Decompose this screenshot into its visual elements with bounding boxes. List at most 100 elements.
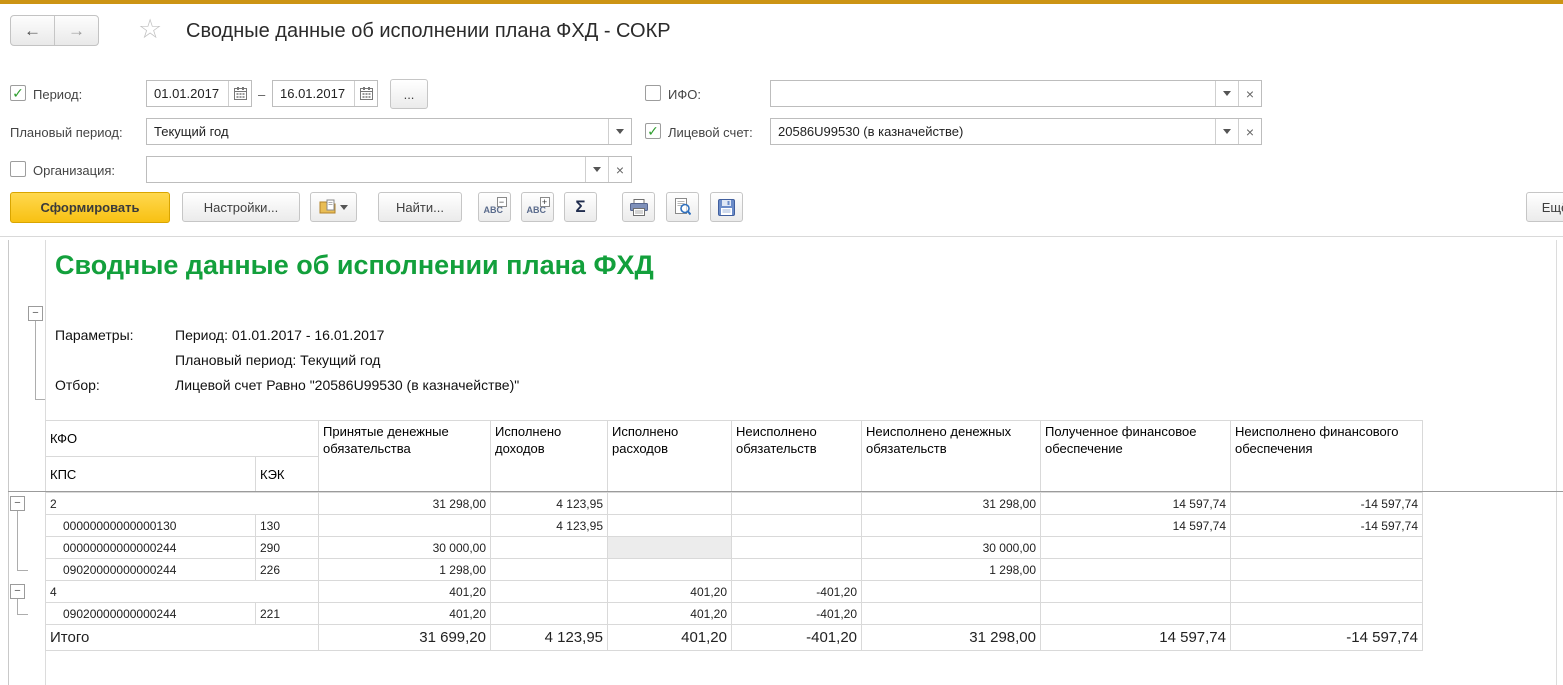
period-from-calendar-button[interactable] — [228, 81, 251, 106]
header-kek[interactable]: КЭК — [256, 457, 319, 493]
num-cell[interactable] — [608, 493, 732, 515]
period-to-calendar-button[interactable] — [354, 81, 377, 106]
header-executed-expenses[interactable]: Исполнено расходов — [608, 421, 732, 493]
num-cell[interactable]: 14 597,74 — [1041, 515, 1231, 537]
num-cell[interactable]: 30 000,00 — [862, 537, 1041, 559]
num-cell[interactable] — [862, 581, 1041, 603]
generate-button[interactable]: Сформировать — [10, 192, 170, 223]
num-cell[interactable]: 4 123,95 — [491, 515, 608, 537]
num-cell[interactable]: -401,20 — [732, 625, 862, 651]
num-cell[interactable]: 401,20 — [319, 603, 491, 625]
num-cell[interactable] — [732, 515, 862, 537]
collapse-groups-button[interactable]: ABC − — [478, 192, 511, 222]
plan-period-select[interactable]: Текущий год — [146, 118, 632, 145]
num-cell[interactable]: -14 597,74 — [1231, 515, 1423, 537]
save-button[interactable] — [710, 192, 743, 222]
num-cell[interactable] — [862, 515, 1041, 537]
header-received-financing[interactable]: Полученное финансовое обеспечение — [1041, 421, 1231, 493]
plan-period-value[interactable]: Текущий год — [147, 119, 608, 144]
num-cell[interactable]: -14 597,74 — [1231, 493, 1423, 515]
account-select[interactable]: 20586U99530 (в казначействе) × — [770, 118, 1262, 145]
header-unexecuted-monetary[interactable]: Неисполнено денежных обязательств — [862, 421, 1041, 493]
organization-select[interactable]: × — [146, 156, 632, 183]
organization-checkbox[interactable] — [10, 161, 26, 177]
num-cell[interactable]: 31 298,00 — [862, 625, 1041, 651]
num-cell[interactable]: 401,20 — [319, 581, 491, 603]
ifo-select[interactable]: × — [770, 80, 1262, 107]
find-button[interactable]: Найти... — [378, 192, 462, 222]
num-cell[interactable] — [491, 603, 608, 625]
account-input[interactable]: 20586U99530 (в казначействе) — [771, 119, 1215, 144]
preview-button[interactable] — [666, 192, 699, 222]
num-cell[interactable] — [1041, 537, 1231, 559]
num-cell[interactable]: 31 298,00 — [862, 493, 1041, 515]
kps-cell[interactable]: 00000000000000244 — [46, 537, 256, 559]
period-to-field[interactable]: 16.01.2017 — [272, 80, 378, 107]
header-unexecuted-financing[interactable]: Неисполнено финансового обеспечения — [1231, 421, 1423, 493]
print-button[interactable] — [622, 192, 655, 222]
report-group-toggle[interactable]: − — [28, 306, 43, 321]
num-cell[interactable] — [608, 559, 732, 581]
num-cell[interactable] — [1231, 581, 1423, 603]
ifo-dropdown-button[interactable] — [1215, 81, 1238, 106]
kps-cell[interactable]: 00000000000000130 — [46, 515, 256, 537]
kps-cell[interactable]: 09020000000000244 — [46, 559, 256, 581]
num-cell[interactable]: 4 123,95 — [491, 625, 608, 651]
back-button[interactable]: ← — [11, 16, 55, 45]
num-cell[interactable]: 14 597,74 — [1041, 493, 1231, 515]
num-cell[interactable] — [1041, 581, 1231, 603]
num-cell[interactable] — [608, 515, 732, 537]
period-from-input[interactable]: 01.01.2017 — [147, 81, 228, 106]
num-cell[interactable]: 31 699,20 — [319, 625, 491, 651]
settings-button[interactable]: Настройки... — [182, 192, 300, 222]
num-cell[interactable]: -14 597,74 — [1231, 625, 1423, 651]
num-cell[interactable] — [1231, 559, 1423, 581]
num-cell[interactable] — [732, 559, 862, 581]
plan-period-dropdown-button[interactable] — [608, 119, 631, 144]
num-cell[interactable]: 4 123,95 — [491, 493, 608, 515]
num-cell[interactable]: 30 000,00 — [319, 537, 491, 559]
num-cell[interactable]: -401,20 — [732, 581, 862, 603]
ifo-input[interactable] — [771, 81, 1215, 106]
group-label-cell[interactable]: 4 — [46, 581, 319, 603]
report-variant-button[interactable] — [310, 192, 357, 222]
account-clear-button[interactable]: × — [1238, 119, 1261, 144]
group-4-toggle[interactable]: − — [10, 584, 25, 599]
num-cell[interactable] — [732, 493, 862, 515]
period-to-input[interactable]: 16.01.2017 — [273, 81, 354, 106]
num-cell[interactable] — [732, 537, 862, 559]
totals-button[interactable]: Σ — [564, 192, 597, 222]
num-cell[interactable] — [491, 537, 608, 559]
ifo-checkbox[interactable] — [645, 85, 661, 101]
selected-cell[interactable] — [608, 537, 732, 559]
organization-input[interactable] — [147, 157, 585, 182]
account-dropdown-button[interactable] — [1215, 119, 1238, 144]
forward-button[interactable]: → — [55, 16, 98, 45]
num-cell[interactable] — [1041, 559, 1231, 581]
group-2-toggle[interactable]: − — [10, 496, 25, 511]
total-label-cell[interactable]: Итого — [46, 625, 319, 651]
period-more-button[interactable]: ... — [390, 79, 428, 109]
ifo-clear-button[interactable]: × — [1238, 81, 1261, 106]
num-cell[interactable] — [862, 603, 1041, 625]
num-cell[interactable] — [1231, 603, 1423, 625]
more-button[interactable]: Ещё — [1526, 192, 1563, 222]
header-kps[interactable]: КПС — [46, 457, 256, 493]
kek-cell[interactable]: 221 — [256, 603, 319, 625]
num-cell[interactable]: -401,20 — [732, 603, 862, 625]
organization-dropdown-button[interactable] — [585, 157, 608, 182]
num-cell[interactable] — [1041, 603, 1231, 625]
favorite-star-icon[interactable]: ☆ — [138, 14, 162, 44]
num-cell[interactable]: 31 298,00 — [319, 493, 491, 515]
num-cell[interactable]: 401,20 — [608, 581, 732, 603]
kps-cell[interactable]: 09020000000000244 — [46, 603, 256, 625]
organization-clear-button[interactable]: × — [608, 157, 631, 182]
header-kfo[interactable]: КФО — [46, 421, 319, 457]
header-executed-income[interactable]: Исполнено доходов — [491, 421, 608, 493]
num-cell[interactable] — [491, 559, 608, 581]
account-checkbox[interactable]: ✓ — [645, 123, 661, 139]
kek-cell[interactable]: 226 — [256, 559, 319, 581]
expand-groups-button[interactable]: ABC + — [521, 192, 554, 222]
period-checkbox[interactable]: ✓ — [10, 85, 26, 101]
num-cell[interactable] — [1231, 537, 1423, 559]
